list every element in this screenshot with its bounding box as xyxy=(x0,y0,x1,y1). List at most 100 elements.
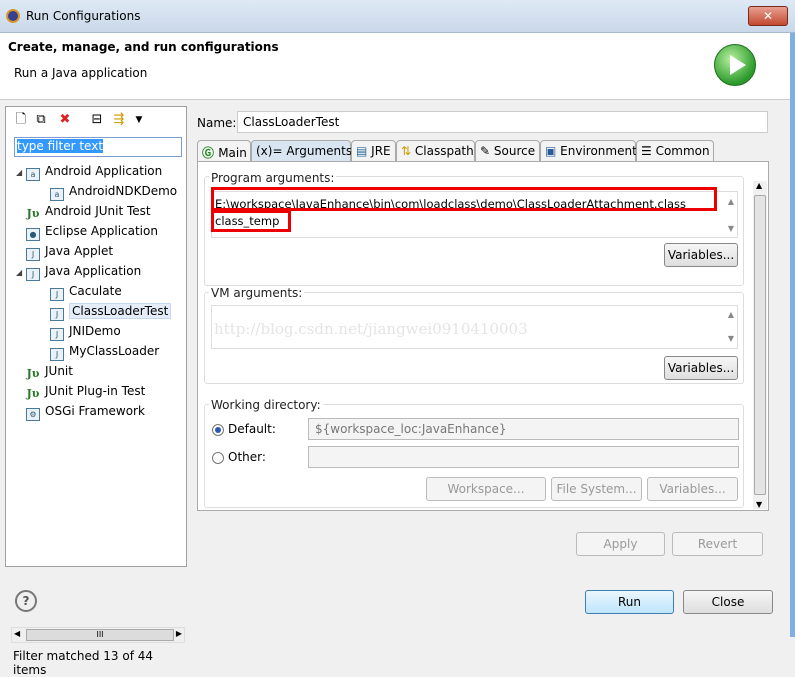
close-window-button[interactable]: ✕ xyxy=(748,6,788,26)
tab-arguments[interactable]: (x)= Arguments xyxy=(251,140,352,162)
default-radio[interactable] xyxy=(212,424,224,436)
tree-item[interactable]: J Java Applet xyxy=(16,241,113,261)
tree-item[interactable]: J Caculate xyxy=(40,281,122,301)
tree-item-label: Android JUnit Test xyxy=(45,204,151,218)
osgi-icon: ⚙ xyxy=(26,408,40,421)
tree-item[interactable]: ◢ J Java Application xyxy=(16,261,141,281)
scroll-thumb[interactable] xyxy=(754,195,766,495)
name-input[interactable]: ClassLoaderTest xyxy=(237,111,768,133)
tree-item-label: Java Applet xyxy=(45,244,114,258)
tree-item[interactable]: ◢ a Android Application xyxy=(16,161,162,181)
tree-item-label: ClassLoaderTest xyxy=(69,303,172,319)
eclipse-icon: ● xyxy=(26,228,40,241)
duplicate-icon[interactable]: ⧉ xyxy=(32,111,50,129)
window-title: Run Configurations xyxy=(26,9,141,23)
tree-item[interactable]: ● Eclipse Application xyxy=(16,221,158,241)
scroll-down-icon[interactable]: ▼ xyxy=(728,334,734,343)
vm-arguments-group: VM arguments: http://blog.csdn.net/jiang… xyxy=(204,286,744,384)
delete-icon[interactable]: ✖ xyxy=(56,111,74,129)
vm-arguments-textarea[interactable]: http://blog.csdn.net/jiangwei0910410003 … xyxy=(211,305,738,349)
tree-item-label: JUnit xyxy=(45,364,73,378)
tree-item-label: MyClassLoader xyxy=(69,344,160,358)
dialog-subtitle: Run a Java application xyxy=(14,66,148,80)
configuration-tree-panel: 🗋 ⧉ ✖ ⊟ ⇶ ▼ type filter text ◢ a Android A… xyxy=(5,106,187,677)
chevron-down-icon[interactable]: ▼ xyxy=(130,111,148,129)
expand-toggle-icon[interactable]: ◢ xyxy=(16,263,26,283)
scroll-up-icon[interactable]: ▲ xyxy=(728,197,734,206)
dialog-title: Create, manage, and run configurations xyxy=(8,40,279,54)
vertical-scrollbar[interactable]: ▲ ▼ xyxy=(753,181,767,509)
java-app-icon: J xyxy=(50,328,64,341)
watermark: http://blog.csdn.net/jiangwei0910410003 xyxy=(214,320,528,338)
tab-environment[interactable]: ▣ Environment xyxy=(540,140,637,162)
other-directory-field[interactable] xyxy=(308,446,739,468)
tree-item-label: JUnit Plug-in Test xyxy=(45,384,146,398)
tree-item-label: Java Application xyxy=(45,264,142,278)
vm-variables-button[interactable]: Variables... xyxy=(664,356,738,380)
main-icon: Ⓖ xyxy=(202,146,219,160)
apply-button[interactable]: Apply xyxy=(576,532,665,556)
file-system-button[interactable]: File System... xyxy=(551,477,642,501)
scroll-thumb[interactable]: III xyxy=(26,629,174,641)
tree-item[interactable]: J MyClassLoader xyxy=(40,341,159,361)
tab-source[interactable]: ✎ Source xyxy=(475,140,540,162)
junit-icon: Jυ xyxy=(26,367,40,380)
java-app-icon: J xyxy=(50,348,64,361)
tree-item[interactable]: Jυ JUnit Plug-in Test xyxy=(16,381,146,401)
scroll-up-icon[interactable]: ▲ xyxy=(756,181,762,190)
scroll-up-icon[interactable]: ▲ xyxy=(728,310,734,319)
tree-item-label: Caculate xyxy=(69,284,122,298)
java-app-icon: J xyxy=(50,288,64,301)
jre-icon: ▤ xyxy=(356,144,372,158)
filter-input[interactable]: type filter text xyxy=(14,137,182,157)
workspace-button[interactable]: Workspace... xyxy=(426,477,546,501)
tab-classpath[interactable]: ⇅ Classpath xyxy=(396,140,475,162)
other-label: Other: xyxy=(228,450,266,464)
android-app-icon: a xyxy=(26,168,40,181)
revert-button[interactable]: Revert xyxy=(672,532,763,556)
other-radio[interactable] xyxy=(212,452,224,464)
run-button[interactable]: Run xyxy=(585,590,674,614)
junit-icon: Jυ xyxy=(26,387,40,400)
tree-item[interactable]: Jυ Android JUnit Test xyxy=(16,201,151,221)
tree-item[interactable]: a AndroidNDKDemo xyxy=(40,181,177,201)
junit-icon: Jυ xyxy=(26,207,40,220)
help-icon[interactable]: ? xyxy=(15,590,37,612)
program-variables-button[interactable]: Variables... xyxy=(664,243,738,267)
applet-icon: J xyxy=(26,248,40,261)
run-icon xyxy=(714,44,756,86)
workdir-variables-button[interactable]: Variables... xyxy=(647,477,738,501)
scroll-down-icon[interactable]: ▼ xyxy=(728,224,734,233)
tree-item-label: AndroidNDKDemo xyxy=(69,184,178,198)
horizontal-scrollbar[interactable]: ◀ III ▶ xyxy=(11,627,185,643)
scroll-down-icon[interactable]: ▼ xyxy=(756,500,762,509)
tree-item-label: OSGi Framework xyxy=(45,404,145,418)
java-app-icon: J xyxy=(50,308,64,321)
tab-jre[interactable]: ▤ JRE xyxy=(351,140,396,162)
tab-main[interactable]: Ⓖ Main xyxy=(197,140,251,162)
java-app-icon: J xyxy=(26,268,40,281)
tree-item[interactable]: ⚙ OSGi Framework xyxy=(16,401,145,421)
highlight-box xyxy=(211,187,717,211)
new-config-icon[interactable]: 🗋 xyxy=(12,111,30,129)
name-label: Name: xyxy=(197,116,237,130)
tree-item-label: Eclipse Application xyxy=(45,224,158,238)
program-arguments-label: Program arguments: xyxy=(209,171,337,185)
tree-item-label: Android Application xyxy=(45,164,163,178)
source-icon: ✎ xyxy=(480,144,494,158)
default-directory-field: ${workspace_loc:JavaEnhance} xyxy=(308,418,739,440)
filter-icon[interactable]: ⇶ xyxy=(110,111,128,129)
config-tabs: Ⓖ Main (x)= Arguments ▤ JRE ⇅ Classpath … xyxy=(197,140,769,162)
arguments-tab-content: Program arguments: E:\workspace\JavaEnha… xyxy=(197,161,769,511)
close-button[interactable]: Close xyxy=(683,590,773,614)
tree-item[interactable]: Jυ JUnit xyxy=(16,361,73,381)
default-label: Default: xyxy=(228,422,276,436)
common-icon: ☰ xyxy=(641,144,656,158)
tree-item[interactable]: J ClassLoaderTest xyxy=(40,301,172,321)
expand-toggle-icon[interactable]: ◢ xyxy=(16,163,26,183)
working-directory-group: Working directory: Default: ${workspace_… xyxy=(204,398,744,508)
tab-common[interactable]: ☰ Common xyxy=(636,140,714,162)
classpath-icon: ⇅ xyxy=(401,144,415,158)
collapse-all-icon[interactable]: ⊟ xyxy=(88,111,106,129)
tree-item[interactable]: J JNIDemo xyxy=(40,321,121,341)
